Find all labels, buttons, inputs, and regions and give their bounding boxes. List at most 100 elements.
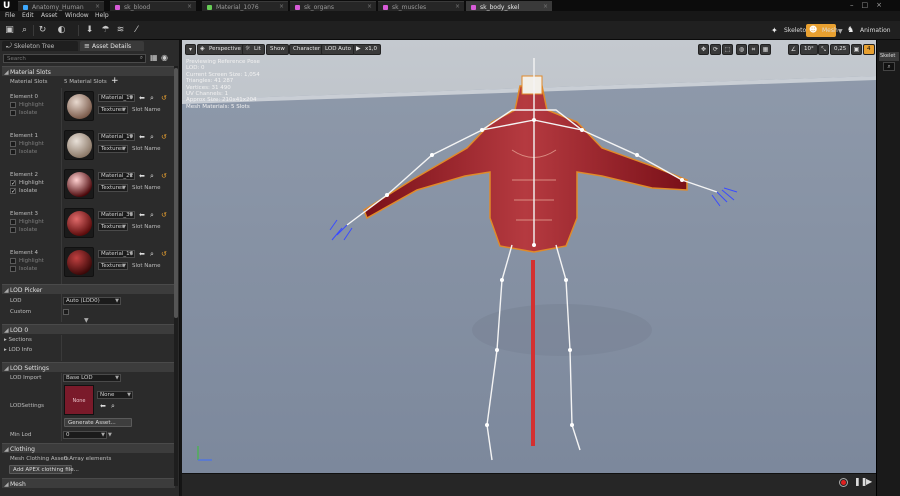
textures-dropdown[interactable]: Textures ▼ <box>98 184 128 192</box>
menu-help[interactable]: Help <box>95 12 109 19</box>
add-icon[interactable]: + <box>111 76 119 86</box>
material-thumbnail[interactable] <box>64 247 94 277</box>
eye-icon[interactable]: ◉ <box>161 53 168 62</box>
camera-speed-icon[interactable]: ▣ <box>851 44 862 55</box>
sections-row[interactable]: ▸ Sections <box>4 337 32 343</box>
isolate-checkbox[interactable] <box>10 149 16 155</box>
section-mesh[interactable]: ◢ Mesh <box>2 478 175 488</box>
textures-dropdown[interactable]: Textures ▼ <box>98 145 128 153</box>
isolate-checkbox[interactable]: ✓ <box>10 188 16 195</box>
close-icon[interactable]: × <box>455 3 460 10</box>
scrollbar-thumb[interactable] <box>174 68 178 318</box>
tab-asset-details[interactable]: ≡ Asset Details <box>80 41 144 51</box>
mode-animation-button[interactable]: ♞ Animation <box>844 24 896 37</box>
translate-icon[interactable]: ✥ <box>698 44 709 55</box>
save-icon[interactable]: ▣ <box>4 25 15 36</box>
rotation-snap-icon[interactable]: ∠ <box>788 44 799 55</box>
preview-icon[interactable]: ◐ <box>56 25 67 36</box>
mode-skeleton-button[interactable]: ✦ Skeleton <box>768 24 810 37</box>
section-lod-settings[interactable]: ◢ LOD Settings <box>2 362 175 372</box>
material-dropdown[interactable]: Material_33 ▼ <box>98 211 135 219</box>
browse-icon[interactable]: ⌕ <box>150 211 154 219</box>
perspective-button[interactable]: ◈ Perspective <box>197 44 245 55</box>
expand-arrow-icon[interactable]: ▼ <box>84 317 89 324</box>
highlight-checkbox[interactable]: ✓ <box>10 180 16 187</box>
chevron-down-icon[interactable]: ▼ <box>838 28 843 35</box>
lod-auto-button[interactable]: LOD Auto <box>321 44 355 55</box>
camera-speed-value[interactable]: 4 <box>863 44 875 55</box>
use-selected-icon[interactable]: ⬅ <box>139 94 145 102</box>
material-thumbnail[interactable] <box>64 169 94 199</box>
character-button[interactable]: Character <box>289 44 325 55</box>
reimport-icon[interactable]: ↻ <box>37 25 48 36</box>
doc-tab-3[interactable]: sk_organs × <box>290 1 376 11</box>
scale-snap-icon[interactable]: ⤡ <box>818 44 829 55</box>
show-button[interactable]: Show <box>266 44 289 55</box>
close-icon[interactable]: × <box>543 3 548 10</box>
reset-icon[interactable]: ↺ <box>161 211 167 219</box>
play-icon[interactable]: ▶ <box>866 477 872 486</box>
unreal-logo-icon[interactable]: U <box>3 1 13 11</box>
scale-snap-value[interactable]: 0,25 <box>830 44 851 55</box>
grid-snap-icon[interactable]: ▦ <box>760 44 771 55</box>
custom-checkbox[interactable] <box>63 309 69 315</box>
close-icon[interactable]: × <box>279 3 284 10</box>
panel-scrollbar[interactable] <box>174 66 178 486</box>
scale-icon[interactable]: ⬚ <box>722 44 733 55</box>
doc-tab-5[interactable]: sk_body_skel × <box>466 1 552 11</box>
close-icon[interactable]: × <box>95 3 100 10</box>
add-apex-clothing-button[interactable]: Add APEX clothing file... <box>9 465 79 474</box>
browse-icon[interactable]: ⌕ <box>150 133 154 141</box>
material-dropdown[interactable]: Material_19 ▼ <box>98 133 135 141</box>
isolate-checkbox[interactable] <box>10 227 16 233</box>
section-material-slots[interactable]: ◢ Material Slots <box>2 66 175 76</box>
section-lod0[interactable]: ◢ LOD 0 <box>2 324 175 334</box>
section-lod-picker[interactable]: ◢ LOD Picker <box>2 284 175 294</box>
doc-tab-0[interactable]: Anatomy_Human × <box>18 1 104 11</box>
reset-icon[interactable]: ↺ <box>161 250 167 258</box>
highlight-checkbox[interactable] <box>10 219 16 225</box>
textures-dropdown[interactable]: Textures ▼ <box>98 262 128 270</box>
generate-asset-button[interactable]: Generate Asset... <box>64 418 132 427</box>
menu-asset[interactable]: Asset <box>41 12 57 19</box>
browse-icon[interactable]: ⌕ <box>19 25 30 36</box>
surface-snap-icon[interactable]: ⌗ <box>748 44 759 55</box>
browse-icon[interactable]: ⌕ <box>150 250 154 258</box>
highlight-checkbox[interactable] <box>10 258 16 264</box>
search-input[interactable]: Search ⌕ <box>3 54 146 63</box>
material-dropdown[interactable]: Material_16 ▼ <box>98 250 135 258</box>
isolate-checkbox[interactable] <box>10 110 16 116</box>
rotate-icon[interactable]: ⟳ <box>710 44 721 55</box>
isolate-checkbox[interactable] <box>10 266 16 272</box>
lod-info-row[interactable]: ▸ LOD Info <box>4 347 32 353</box>
min-lod-input[interactable]: 0 ▼ <box>63 431 107 439</box>
material-thumbnail[interactable] <box>64 130 94 160</box>
menu-file[interactable]: File <box>5 12 15 19</box>
reset-icon[interactable]: ↺ <box>161 172 167 180</box>
material-thumbnail[interactable] <box>64 208 94 238</box>
tab-skeleton-tree[interactable]: ⤾ Skeleton Tree <box>2 41 78 51</box>
mode-mesh-button[interactable]: ☻ Mesh <box>806 24 838 37</box>
record-icon[interactable] <box>839 478 848 487</box>
use-selected-icon[interactable]: ⬅ <box>139 172 145 180</box>
lod-import-dropdown[interactable]: Base LOD ▼ <box>63 374 121 382</box>
material-thumbnail[interactable] <box>64 91 94 121</box>
maximize-icon[interactable]: □ <box>862 1 877 9</box>
doc-tab-4[interactable]: sk_muscles × <box>378 1 464 11</box>
textures-dropdown[interactable]: Textures ▼ <box>98 106 128 114</box>
use-selected-icon[interactable]: ⬅ <box>139 133 145 141</box>
view-options-icon[interactable]: ▦ <box>150 53 158 62</box>
viewport[interactable] <box>182 40 876 496</box>
close-icon[interactable]: × <box>187 3 192 10</box>
material-dropdown[interactable]: Material_19 ▼ <box>98 94 135 102</box>
rotation-snap-value[interactable]: 10° <box>800 44 818 55</box>
brush-icon[interactable]: ⁄ <box>131 25 142 36</box>
reset-icon[interactable]: ↺ <box>161 133 167 141</box>
use-selected-icon[interactable]: ⬅ <box>139 250 145 258</box>
doc-tab-2[interactable]: Material_1076 × <box>202 1 288 11</box>
browse-icon[interactable]: ⌕ <box>111 402 115 410</box>
world-local-icon[interactable]: ◍ <box>736 44 747 55</box>
close-window-icon[interactable]: × <box>876 1 890 9</box>
tab-skeleton-right[interactable]: Skelet <box>879 52 899 61</box>
browse-icon[interactable]: ⌕ <box>150 94 154 102</box>
